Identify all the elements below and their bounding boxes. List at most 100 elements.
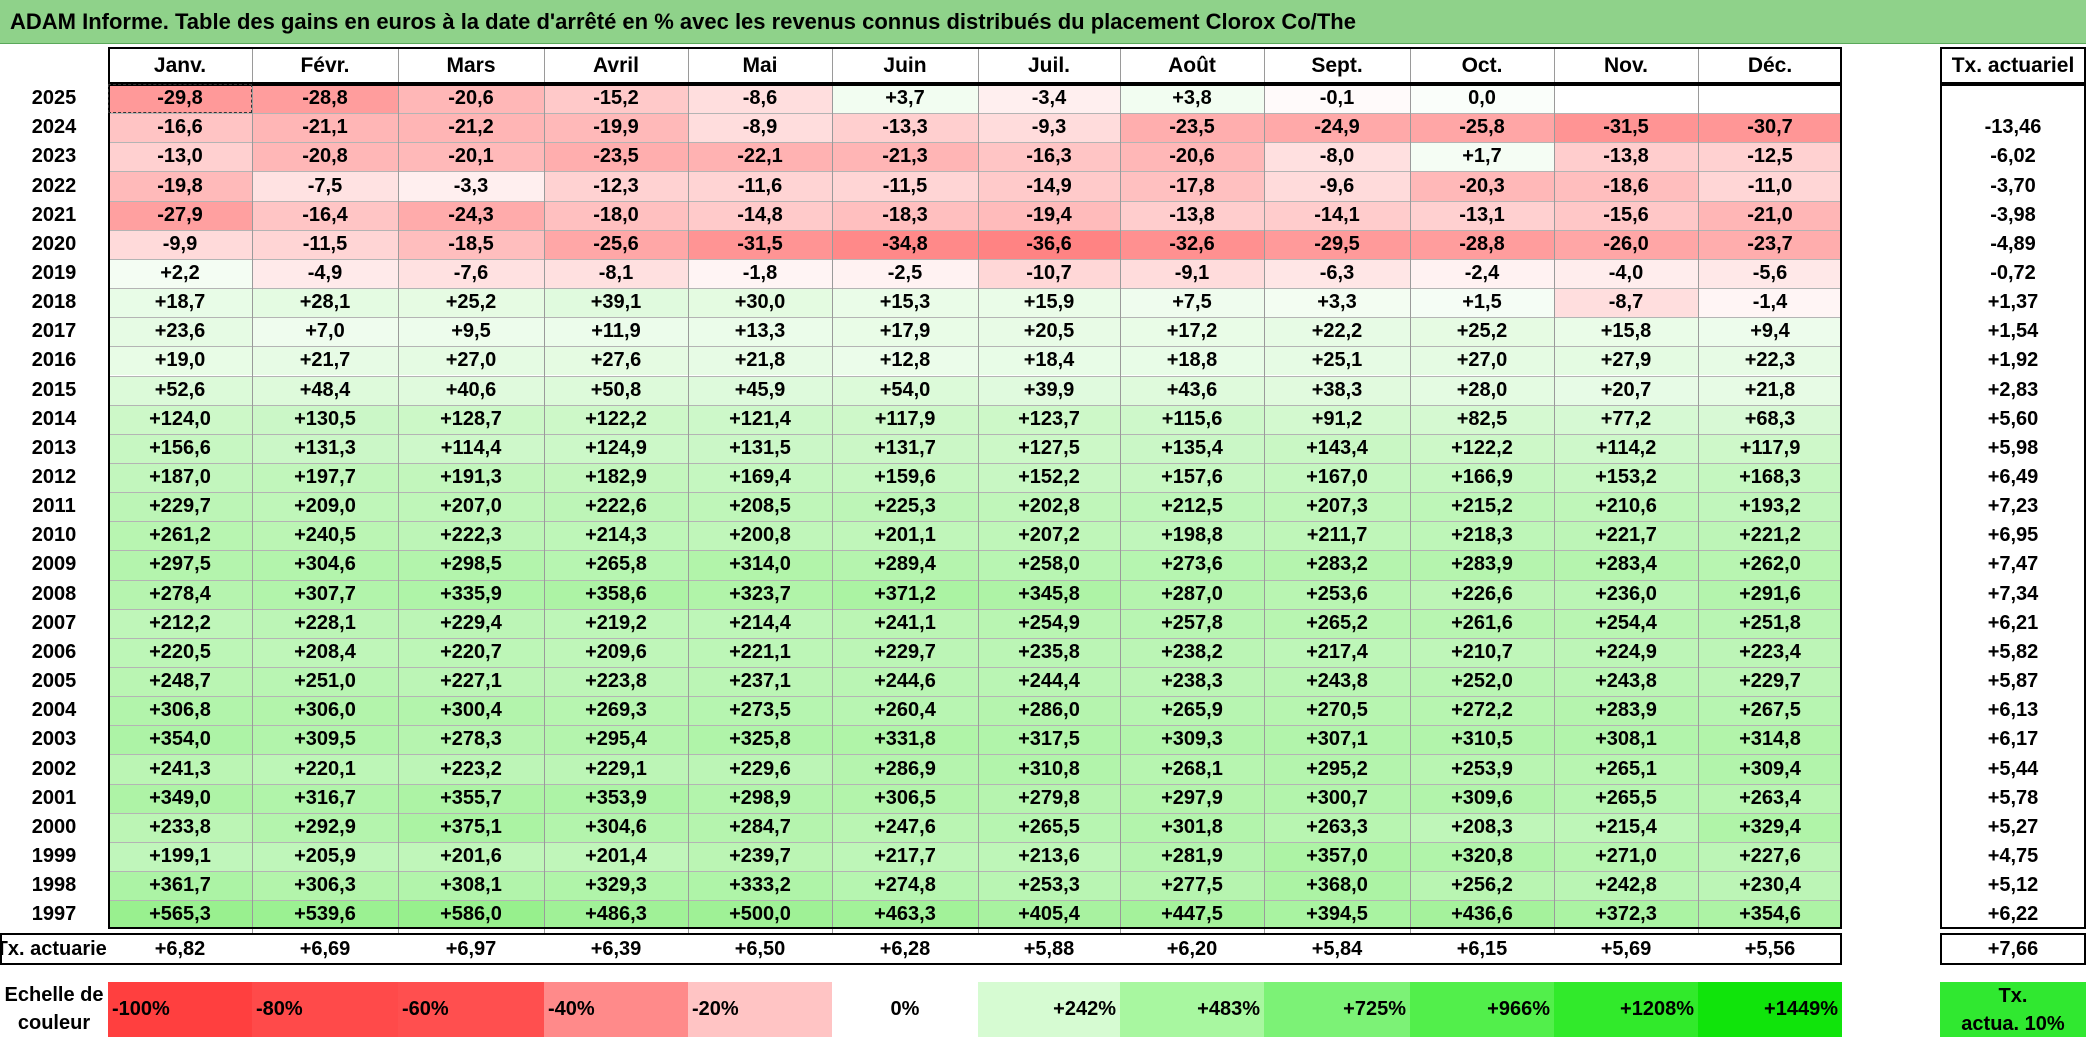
color-scale-label: Echelle de couleur <box>0 980 108 1037</box>
gain-cell: +271,0 <box>1554 841 1698 872</box>
gain-cell: +7,5 <box>1120 288 1264 318</box>
gain-cell: +306,0 <box>252 696 398 726</box>
color-scale-swatch: +1208% <box>1554 982 1698 1037</box>
gain-cell: -21,2 <box>398 113 544 143</box>
gain-cell: +261,6 <box>1410 608 1554 638</box>
year-label: 2016 <box>31 349 77 372</box>
gain-cell: +229,6 <box>688 754 832 784</box>
tx-actuariel-cell <box>1940 84 2086 113</box>
tx-actuariel-cell: +5,87 <box>1987 670 2039 693</box>
gain-cell: +124,9 <box>544 433 688 463</box>
gain-cell: -10,7 <box>978 258 1120 289</box>
gain-cell: -13,8 <box>1120 200 1264 230</box>
footer-tx-cell: +6,50 <box>688 933 832 966</box>
tx-actuariel-cell: +7,34 <box>1987 582 2039 605</box>
gain-cell: +331,8 <box>832 725 978 755</box>
gain-cell: +221,2 <box>1698 521 1842 551</box>
gain-cell: +265,1 <box>1554 754 1698 784</box>
gain-cell: -19,4 <box>978 200 1120 230</box>
gain-cell: +201,1 <box>832 521 978 551</box>
gain-cell: +208,5 <box>688 492 832 522</box>
year-label: 2015 <box>31 378 77 401</box>
year-label: 2007 <box>31 611 77 634</box>
gain-cell: +278,3 <box>398 725 544 755</box>
month-header: Avril <box>593 53 639 77</box>
gain-cell: -11,5 <box>832 171 978 201</box>
gain-cell: +130,5 <box>252 404 398 434</box>
gain-cell: +229,4 <box>398 608 544 638</box>
gain-cell: +486,3 <box>544 900 688 930</box>
gain-cell: +229,7 <box>1698 667 1842 697</box>
gain-cell: +242,8 <box>1554 871 1698 901</box>
gain-cell: +18,4 <box>978 346 1120 376</box>
year-label: 2004 <box>31 699 77 722</box>
gain-cell: +257,8 <box>1120 608 1264 638</box>
gain-cell: -27,9 <box>108 200 252 230</box>
gain-cell: +157,6 <box>1120 462 1264 493</box>
gain-cell: +371,2 <box>832 579 978 609</box>
gain-cell: +286,0 <box>978 696 1120 726</box>
gain-cell: -7,6 <box>398 258 544 289</box>
month-header: Juil. <box>1027 53 1070 77</box>
gain-cell: +333,2 <box>688 871 832 901</box>
gain-cell: +121,4 <box>688 404 832 434</box>
gain-cell: +182,9 <box>544 462 688 493</box>
gain-cell: +131,7 <box>832 433 978 463</box>
gain-cell: -20,1 <box>398 142 544 172</box>
gain-cell: -8,6 <box>688 84 832 114</box>
gain-cell: +187,0 <box>108 462 252 493</box>
gain-cell: +229,7 <box>108 492 252 522</box>
gain-cell: +3,7 <box>832 84 978 114</box>
gain-cell: +269,3 <box>544 696 688 726</box>
gain-cell: +9,4 <box>1698 317 1842 347</box>
gain-cell: +222,6 <box>544 492 688 522</box>
tx-actuariel-cell: +5,78 <box>1987 786 2039 809</box>
gain-cell: +15,3 <box>832 288 978 318</box>
gain-cell: +197,7 <box>252 462 398 493</box>
color-scale-swatch: +725% <box>1264 982 1410 1037</box>
gain-cell: +77,2 <box>1554 404 1698 434</box>
gain-cell: +224,9 <box>1554 637 1698 667</box>
gain-cell: +281,9 <box>1120 841 1264 872</box>
gain-cell: +2,2 <box>108 258 252 289</box>
gain-cell: +307,1 <box>1264 725 1410 755</box>
gain-cell: +253,9 <box>1410 754 1554 784</box>
gain-cell: +82,5 <box>1410 404 1554 434</box>
year-label: 2022 <box>31 174 77 197</box>
gain-cell: -3,3 <box>398 171 544 201</box>
month-header: Juin <box>883 53 927 77</box>
gain-cell: +210,7 <box>1410 637 1554 667</box>
gain-cell: +265,9 <box>1120 696 1264 726</box>
gain-cell: +297,9 <box>1120 783 1264 813</box>
gain-cell: -11,0 <box>1698 171 1842 201</box>
gain-cell: +43,6 <box>1120 375 1264 405</box>
year-label: 2018 <box>31 291 77 314</box>
gain-cell: +405,4 <box>978 900 1120 930</box>
gain-cell: +345,8 <box>978 579 1120 609</box>
gain-cell: +191,3 <box>398 462 544 493</box>
footer-tx-cell: +6,15 <box>1410 933 1554 966</box>
gain-cell: -8,7 <box>1554 288 1698 318</box>
gain-cell: +323,7 <box>688 579 832 609</box>
gain-cell: +274,8 <box>832 871 978 901</box>
gain-cell: +152,2 <box>978 462 1120 493</box>
gain-cell: +7,0 <box>252 317 398 347</box>
gain-cell: +262,0 <box>1698 550 1842 580</box>
gain-cell <box>1698 84 1842 114</box>
gain-cell: +539,6 <box>252 900 398 930</box>
gain-cell: +268,1 <box>1120 754 1264 784</box>
gain-cell: +241,1 <box>832 608 978 638</box>
gain-cell: -14,1 <box>1264 200 1410 230</box>
gain-cell: +202,8 <box>978 492 1120 522</box>
gain-cell: +193,2 <box>1698 492 1842 522</box>
gain-cell: -19,8 <box>108 171 252 201</box>
gain-cell: +25,2 <box>1410 317 1554 347</box>
gain-cell: -11,6 <box>688 171 832 201</box>
gain-cell: +267,5 <box>1698 696 1842 726</box>
gain-cell: +292,9 <box>252 812 398 842</box>
gain-cell: +23,6 <box>108 317 252 347</box>
gain-cell: +565,3 <box>108 900 252 930</box>
gain-cell: +68,3 <box>1698 404 1842 434</box>
gain-cell: +500,0 <box>688 900 832 930</box>
year-label: 2011 <box>32 495 76 518</box>
